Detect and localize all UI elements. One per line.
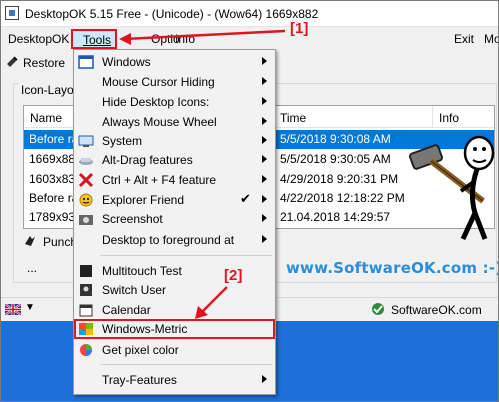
menu-item-label: Explorer Friend — [102, 193, 185, 207]
user-icon — [80, 284, 92, 296]
menu-item-switch-user[interactable]: Switch User — [74, 280, 275, 300]
column-separator — [432, 106, 433, 128]
uk-flag-icon[interactable] — [5, 304, 21, 315]
chevron-down-icon[interactable]: ▼ — [25, 302, 35, 313]
menu-item-always-mouse-wheel[interactable]: Always Mouse Wheel — [74, 112, 275, 132]
touch-icon — [80, 265, 92, 277]
row-time: 21.04.2018 14:29:57 — [280, 210, 391, 224]
column-info[interactable]: Info — [439, 111, 459, 125]
menu-item-label: Always Mouse Wheel — [102, 115, 217, 129]
submenu-arrow-icon — [262, 214, 267, 222]
desktopok-window: DesktopOK 5.15 Free - (Unicode) - (Wow64… — [0, 0, 499, 402]
window-icon — [78, 55, 94, 69]
color-picker-icon — [80, 344, 92, 356]
menu-separator — [100, 255, 272, 256]
softwareok-logo-icon — [372, 303, 384, 315]
menu-item-calendar[interactable]: Calendar — [74, 300, 275, 320]
submenu-arrow-icon — [262, 195, 267, 203]
menu-item-label: Alt-Drag features — [102, 153, 193, 167]
menu-item-label: Windows — [102, 55, 151, 69]
menu-item-mouse-cursor-hiding[interactable]: Mouse Cursor Hiding — [74, 72, 275, 92]
smiley-icon — [79, 193, 93, 207]
menu-item-label: Switch User — [102, 283, 167, 297]
annotation-label-2: [2] — [224, 267, 243, 284]
punch-icon — [25, 236, 35, 246]
menu-item-label: System — [102, 134, 143, 148]
submenu-arrow-icon — [262, 375, 267, 383]
menu-item-get-pixel-color[interactable]: Get pixel color — [74, 340, 275, 360]
menu-item-system[interactable]: System — [74, 131, 275, 151]
menu-item-multitouch-test[interactable]: Multitouch Test — [74, 261, 275, 281]
restore-icon — [7, 56, 18, 67]
softwareok-watermark: www.SoftwareOK.com :-) — [286, 259, 499, 277]
column-name[interactable]: Name — [30, 111, 62, 125]
menu-item-label: Ctrl + Alt + F4 feature — [102, 173, 217, 187]
app-icon — [5, 6, 19, 20]
row-time: 4/29/2018 9:20:31 PM — [280, 172, 399, 186]
menu-item-label: Get pixel color — [102, 343, 179, 357]
submenu-arrow-icon — [262, 175, 267, 183]
title-bar: DesktopOK 5.15 Free - (Unicode) - (Wow64… — [1, 1, 498, 27]
submenu-arrow-icon — [262, 97, 267, 105]
punch-button[interactable]: Punch — [43, 235, 77, 249]
menu-item-windows[interactable]: Windows — [74, 52, 275, 72]
menu-item-tray-features[interactable]: Tray-Features — [74, 370, 275, 390]
group-label: Icon-Layo — [19, 83, 76, 97]
softwareok-link[interactable]: SoftwareOK.com — [391, 303, 482, 317]
checkmark-icon: ✔ — [240, 191, 251, 206]
menu-item-windows-metric[interactable]: Windows-Metric — [74, 319, 275, 339]
metric-icon — [79, 323, 93, 335]
submenu-arrow-icon — [262, 136, 267, 144]
menu-item-desktop-to-foreground[interactable]: Desktop to foreground at — [74, 230, 275, 250]
camera-icon — [79, 215, 93, 225]
menu-item-label: Windows-Metric — [102, 322, 188, 336]
menu-item-explorer-friend[interactable]: Explorer Friend ✔ — [74, 190, 275, 210]
row-name: Before ra — [29, 132, 79, 146]
column-time[interactable]: Time — [280, 111, 306, 125]
restore-button[interactable]: Restore — [23, 56, 65, 70]
tools-dropdown-menu: Windows Mouse Cursor Hiding Hide Desktop… — [73, 49, 276, 395]
menu-item-label: Screenshot — [102, 212, 163, 226]
menu-more[interactable]: Mo — [484, 32, 498, 46]
window-title: DesktopOK 5.15 Free - (Unicode) - (Wow64… — [25, 7, 319, 21]
menu-item-label: Tray-Features — [102, 373, 177, 387]
annotation-label-1: [1] — [290, 20, 309, 37]
menu-item-label: Hide Desktop Icons: — [102, 95, 210, 109]
menu-item-ctrl-alt-f4[interactable]: Ctrl + Alt + F4 feature — [74, 170, 275, 190]
submenu-arrow-icon — [262, 155, 267, 163]
drag-icon — [79, 158, 93, 165]
menu-tools-label: Tools — [83, 33, 112, 47]
menu-info[interactable]: Info — [175, 32, 195, 46]
submenu-arrow-icon — [262, 235, 267, 243]
submenu-arrow-icon — [262, 77, 267, 85]
row-time: 5/5/2018 9:30:08 AM — [280, 132, 391, 146]
row-time: 5/5/2018 9:30:05 AM — [280, 152, 391, 166]
calendar-icon — [79, 304, 93, 317]
menu-item-hide-desktop-icons[interactable]: Hide Desktop Icons: — [74, 92, 275, 112]
menu-item-label: Desktop to foreground at — [102, 233, 235, 247]
more-ellipsis[interactable]: ... — [27, 261, 37, 275]
menu-tools[interactable]: Tools — [71, 29, 117, 49]
submenu-arrow-icon — [262, 117, 267, 125]
menu-exit[interactable]: Exit — [454, 32, 474, 46]
menu-item-alt-drag[interactable]: Alt-Drag features — [74, 150, 275, 170]
menu-item-label: Multitouch Test — [102, 264, 182, 278]
system-icon — [78, 135, 94, 147]
menu-item-label: Calendar — [102, 303, 151, 317]
menu-desktopok[interactable]: DesktopOK — [8, 32, 69, 46]
menu-item-label: Mouse Cursor Hiding — [102, 75, 215, 89]
menu-separator — [100, 364, 272, 365]
menu-item-screenshot[interactable]: Screenshot — [74, 209, 275, 229]
row-name: Before ra — [29, 191, 79, 205]
mascot-hammer-figure — [409, 135, 495, 241]
row-time: 4/22/2018 12:18:22 PM — [280, 191, 405, 205]
submenu-arrow-icon — [262, 57, 267, 65]
close-x-icon — [78, 173, 94, 187]
